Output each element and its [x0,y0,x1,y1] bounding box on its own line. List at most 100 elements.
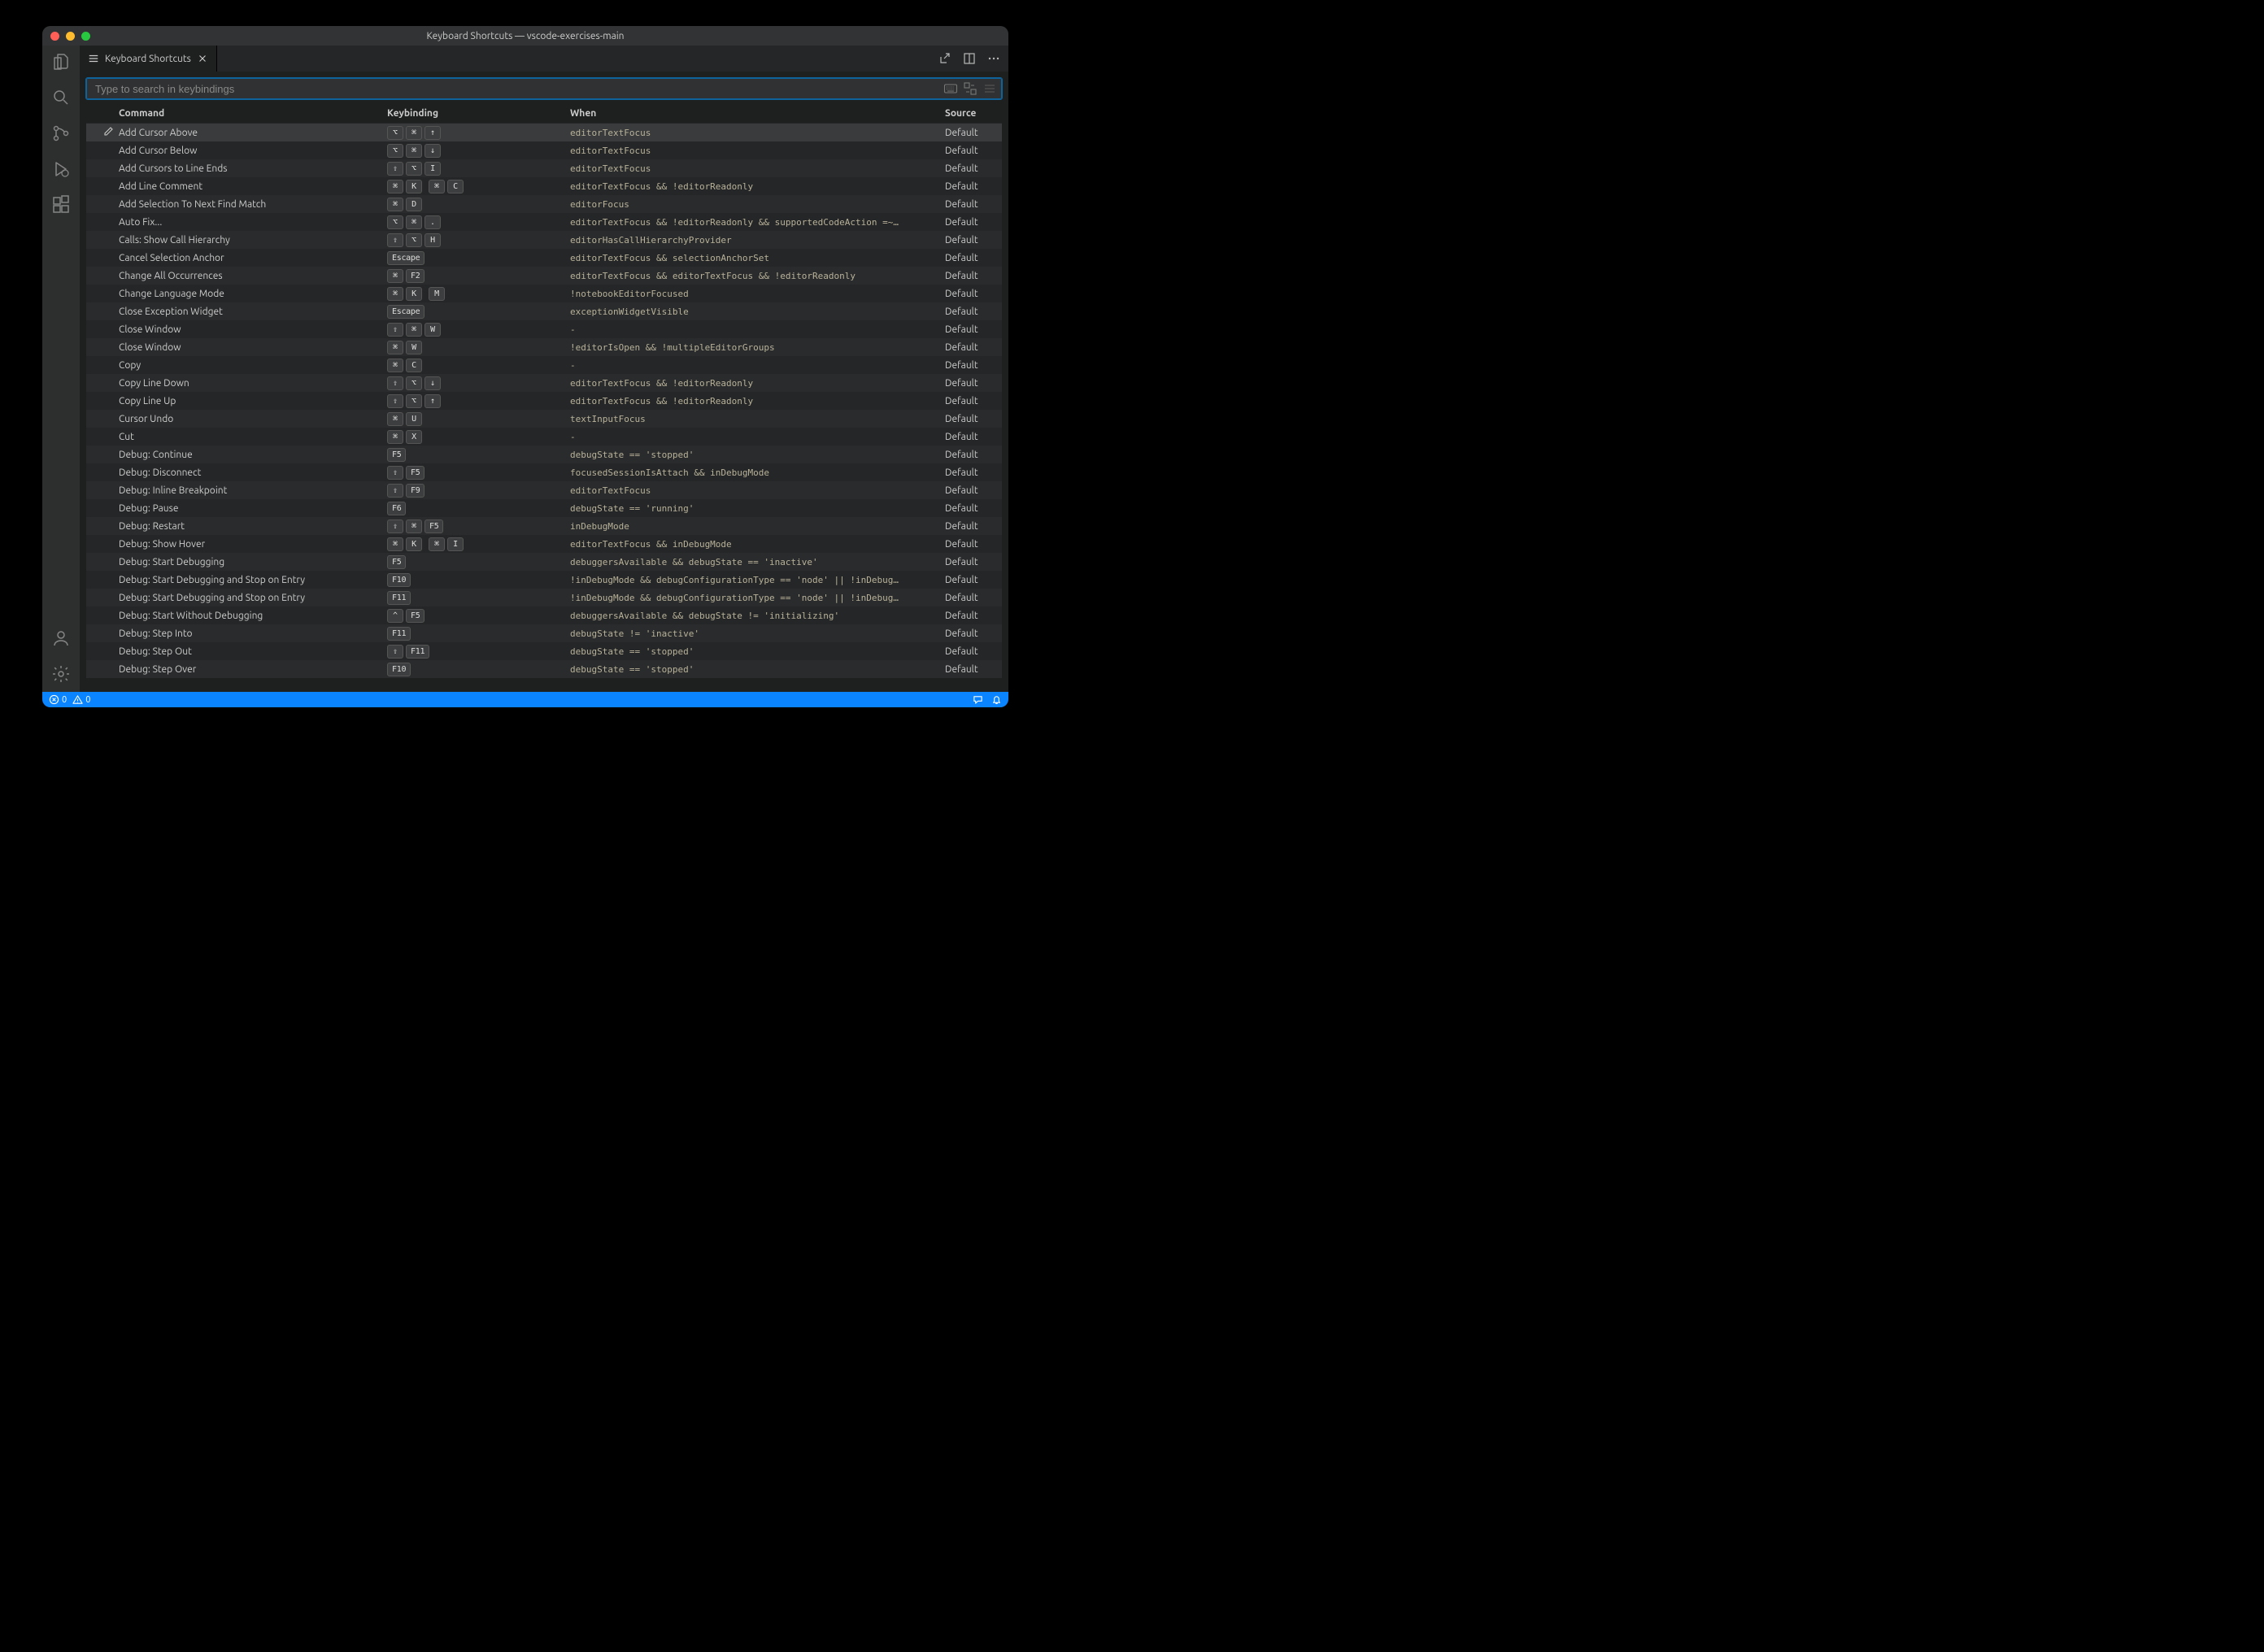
keybinding-row[interactable]: Debug: Start DebuggingF5debuggersAvailab… [86,553,1002,571]
grid-body[interactable]: Add Cursor Above⌥⌘↑editorTextFocusDefaul… [86,124,1002,692]
keybinding-row[interactable]: Debug: Start Without Debugging^F5debugge… [86,606,1002,624]
header-when[interactable]: When [570,108,945,119]
keycap: C [406,359,422,372]
status-problems[interactable]: 0 0 [49,694,90,705]
keybinding-row[interactable]: Debug: Start Debugging and Stop on Entry… [86,571,1002,589]
keybinding-cell: ⌘F2 [387,269,570,283]
keybinding-row[interactable]: Debug: Inline Breakpoint⇧F9editorTextFoc… [86,481,1002,499]
header-command[interactable]: Command [119,108,387,119]
keybinding-row[interactable]: Close Exception WidgetEscapeexceptionWid… [86,302,1002,320]
keycap: ⌘ [387,198,403,211]
keycap: F2 [406,269,424,283]
keybinding-row[interactable]: Debug: Show Hover⌘K⌘IeditorTextFocus && … [86,535,1002,553]
keybinding-row[interactable]: Cursor Undo⌘UtextInputFocusDefault [86,410,1002,428]
command-cell: Debug: Start Debugging and Stop on Entry [119,593,387,603]
keycap: ⇧ [387,162,403,176]
keybinding-row[interactable]: Debug: Disconnect⇧F5focusedSessionIsAtta… [86,463,1002,481]
keycap: ⌘ [429,537,445,551]
keybinding-row[interactable]: Debug: Step Out⇧F11debugState == 'stoppe… [86,642,1002,660]
source-control-icon[interactable] [51,124,71,143]
command-cell: Debug: Show Hover [119,539,387,550]
keybinding-row[interactable]: Close Window⇧⌘W-Default [86,320,1002,338]
keycap: F11 [387,591,411,605]
header-keybinding[interactable]: Keybinding [387,108,570,119]
keycap: ↓ [424,376,441,390]
keybinding-row[interactable]: Copy Line Up⇧⌥↑editorTextFocus && !edito… [86,392,1002,410]
keybinding-row[interactable]: Add Cursor Above⌥⌘↑editorTextFocusDefaul… [86,124,1002,141]
keycap: ⌘ [387,412,403,426]
header-source[interactable]: Source [945,108,1002,119]
keybinding-row[interactable]: Close Window⌘W!editorIsOpen && !multiple… [86,338,1002,356]
source-cell: Default [945,324,1002,335]
keycap: W [424,323,441,337]
when-cell: debugState == 'stopped' [570,664,945,675]
source-cell: Default [945,306,1002,317]
keybinding-row[interactable]: Calls: Show Call Hierarchy⇧⌥HeditorHasCa… [86,231,1002,249]
main-area: Keyboard Shortcuts [42,46,1008,692]
keybinding-row[interactable]: Debug: Step OverF10debugState == 'stoppe… [86,660,1002,678]
keybinding-row[interactable]: Add Selection To Next Find Match⌘Deditor… [86,195,1002,213]
edit-keybinding-icon[interactable] [102,126,114,137]
search-icon[interactable] [51,88,71,107]
source-cell: Default [945,414,1002,424]
explorer-icon[interactable] [51,52,71,72]
settings-gear-icon[interactable] [51,664,71,684]
keybinding-row[interactable]: Add Cursor Below⌥⌘↓editorTextFocusDefaul… [86,141,1002,159]
keybinding-row[interactable]: Debug: Restart⇧⌘F5inDebugModeDefault [86,517,1002,535]
source-cell: Default [945,396,1002,406]
keybinding-row[interactable]: Auto Fix...⌥⌘.editorTextFocus && !editor… [86,213,1002,231]
run-debug-icon[interactable] [51,159,71,179]
keybinding-cell: ⌥⌘. [387,215,570,229]
extensions-icon[interactable] [51,195,71,215]
more-actions-icon[interactable] [987,52,1000,65]
keycap: M [429,287,445,301]
keybinding-row[interactable]: Add Line Comment⌘K⌘CeditorTextFocus && !… [86,177,1002,195]
editor-actions [938,46,1008,72]
keybinding-row[interactable]: Add Cursors to Line Ends⇧⌥IeditorTextFoc… [86,159,1002,177]
maximize-window-button[interactable] [81,32,90,41]
keybinding-row[interactable]: Debug: PauseF6debugState == 'running'Def… [86,499,1002,517]
keycap: ⌥ [387,126,403,140]
keybinding-row[interactable]: Change Language Mode⌘KM!notebookEditorFo… [86,285,1002,302]
keybinding-row[interactable]: Copy⌘C-Default [86,356,1002,374]
search-input[interactable] [86,78,1002,99]
keybinding-row[interactable]: Change All Occurrences⌘F2editorTextFocus… [86,267,1002,285]
sort-precedence-icon[interactable] [963,81,977,96]
keybinding-cell: Escape [387,251,570,265]
tab-bar: Keyboard Shortcuts [80,46,1008,72]
tab-close-icon[interactable] [197,53,208,64]
open-json-icon[interactable] [938,52,951,65]
accounts-icon[interactable] [51,628,71,648]
close-window-button[interactable] [50,32,59,41]
search-action-icons [943,78,997,99]
keycap: ⌘ [387,341,403,354]
when-cell: - [570,432,945,442]
source-cell: Default [945,289,1002,299]
keybindings-grid: Command Keybinding When Source Add Curso… [80,104,1008,692]
command-cell: Add Line Comment [119,181,387,192]
keybinding-cell: ⇧⌥H [387,233,570,247]
split-editor-icon[interactable] [963,52,976,65]
keybinding-row[interactable]: Copy Line Down⇧⌥↓editorTextFocus && !edi… [86,374,1002,392]
feedback-icon[interactable] [973,694,983,705]
when-cell: inDebugMode [570,521,945,532]
tab-keyboard-shortcuts[interactable]: Keyboard Shortcuts [80,46,217,72]
record-keys-icon[interactable] [943,81,958,96]
keybinding-row[interactable]: Cancel Selection AnchorEscapeeditorTextF… [86,249,1002,267]
command-cell: Debug: Start Debugging [119,557,387,567]
clear-search-icon[interactable] [982,81,997,96]
keycap: ↑ [424,126,441,140]
keybinding-cell: ⌘W [387,341,570,354]
when-cell: debugState == 'stopped' [570,646,945,657]
notifications-bell-icon[interactable] [991,694,1002,705]
minimize-window-button[interactable] [66,32,75,41]
keybinding-cell: ⌥⌘↓ [387,144,570,158]
keybinding-row[interactable]: Debug: ContinueF5debugState == 'stopped'… [86,446,1002,463]
vscode-window: Keyboard Shortcuts — vscode-exercises-ma… [42,26,1008,707]
keybinding-row[interactable]: Cut⌘X-Default [86,428,1002,446]
keycap: K [406,180,422,193]
keycap: ⇧ [387,233,403,247]
keybinding-row[interactable]: Debug: Step IntoF11debugState != 'inacti… [86,624,1002,642]
keybinding-row[interactable]: Debug: Start Debugging and Stop on Entry… [86,589,1002,606]
command-cell: Add Cursors to Line Ends [119,163,387,174]
